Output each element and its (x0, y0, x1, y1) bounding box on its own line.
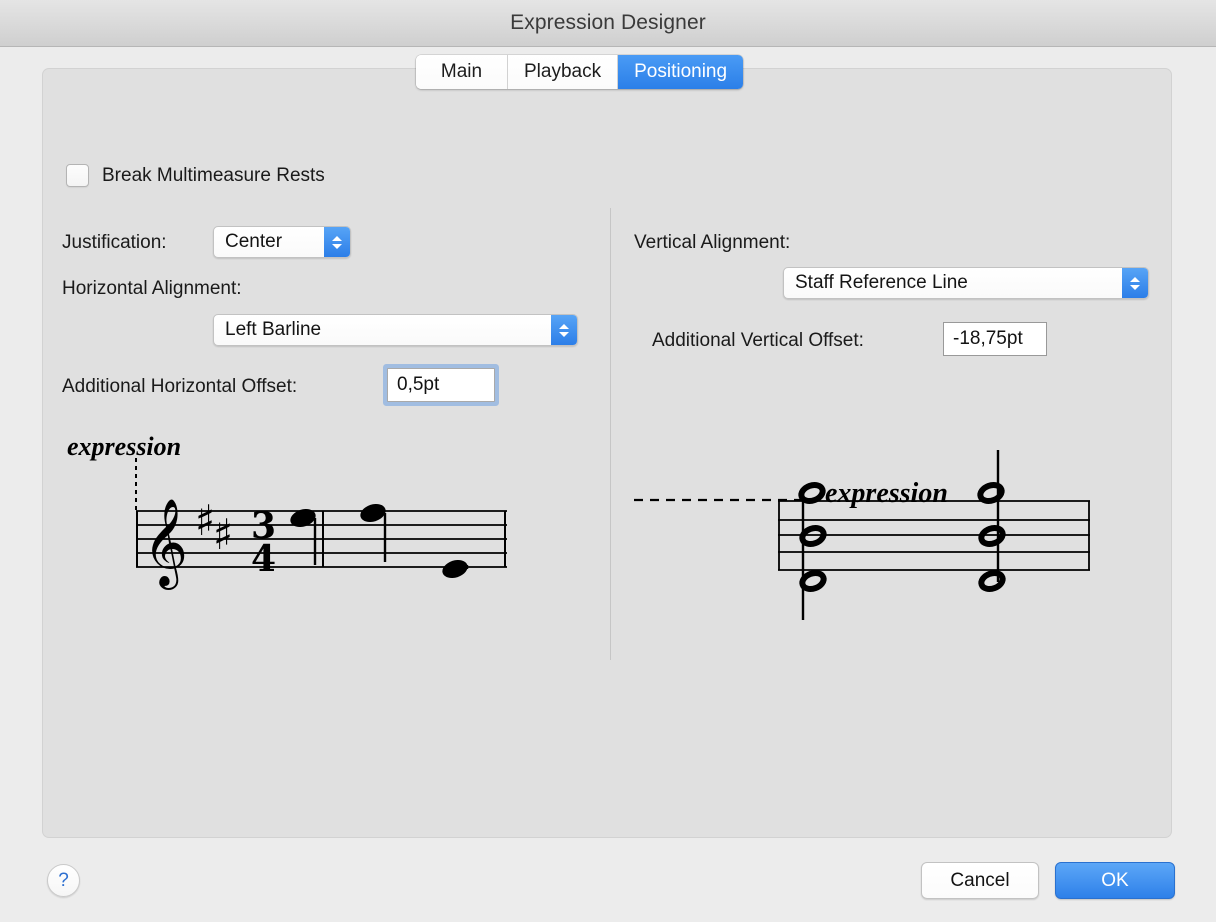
horizontal-alignment-preview: expression 𝄞 ♯ ♯ 3 4 (55, 425, 525, 610)
vertical-alignment-popup[interactable]: Staff Reference Line (783, 267, 1149, 299)
tab-bar: Main Playback Positioning (416, 55, 744, 89)
preview-expression-text: expression (825, 478, 948, 509)
svg-text:4: 4 (251, 538, 276, 580)
chevron-updown-icon[interactable] (551, 315, 577, 345)
svg-text:𝄞: 𝄞 (143, 497, 188, 590)
ok-button[interactable]: OK (1055, 862, 1175, 899)
break-multimeasure-rests-checkbox[interactable] (66, 164, 89, 187)
chevron-updown-icon[interactable] (1122, 268, 1148, 298)
horizontal-alignment-popup[interactable]: Left Barline (213, 314, 578, 346)
vertical-alignment-label: Vertical Alignment: (634, 232, 791, 253)
horizontal-alignment-value: Left Barline (225, 319, 322, 340)
help-button[interactable]: ? (47, 864, 80, 897)
tab-main[interactable]: Main (416, 55, 508, 89)
tab-playback[interactable]: Playback (508, 55, 619, 89)
additional-vertical-offset-label: Additional Vertical Offset: (652, 330, 864, 351)
justification-label: Justification: (62, 232, 167, 253)
additional-horizontal-offset-label: Additional Horizontal Offset: (62, 376, 298, 397)
additional-horizontal-offset-input[interactable]: 0,5pt (387, 368, 495, 402)
additional-vertical-offset-input[interactable]: -18,75pt (943, 322, 1047, 356)
cancel-button[interactable]: Cancel (921, 862, 1039, 899)
justification-value: Center (225, 231, 283, 252)
vertical-alignment-preview: expression (620, 430, 1180, 625)
column-divider (610, 208, 611, 660)
vertical-alignment-value: Staff Reference Line (795, 272, 968, 293)
window-titlebar: Expression Designer (0, 0, 1216, 47)
svg-text:♯: ♯ (213, 510, 233, 559)
break-multimeasure-rests-label: Break Multimeasure Rests (102, 164, 325, 186)
window-title: Expression Designer (510, 11, 706, 34)
tab-positioning[interactable]: Positioning (618, 55, 744, 89)
horizontal-alignment-label: Horizontal Alignment: (62, 278, 242, 299)
break-multimeasure-rests-row[interactable]: Break Multimeasure Rests (66, 164, 325, 187)
justification-popup[interactable]: Center (213, 226, 351, 258)
chevron-updown-icon[interactable] (324, 227, 350, 257)
preview-expression-text: expression (67, 432, 181, 461)
